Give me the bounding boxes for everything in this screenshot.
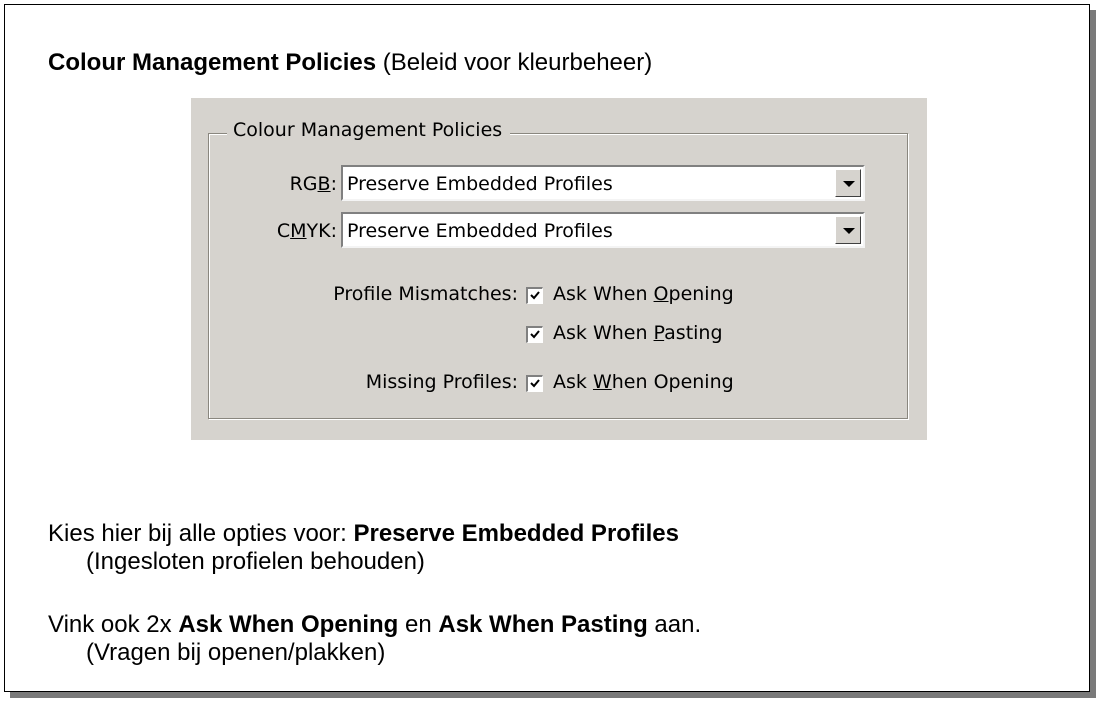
ask-when-pasting-label[interactable]: Ask When Pasting: [553, 322, 723, 344]
checkmark-icon: [530, 330, 540, 339]
ask-when-pasting-checkbox[interactable]: [526, 326, 543, 343]
title-translation: (Beleid voor kleurbeheer): [376, 49, 653, 76]
instruction-line-1: Kies hier bij alle opties voor: Preserve…: [48, 520, 679, 547]
title-bold: Colour Management Policies: [48, 49, 377, 76]
checkmark-icon: [530, 379, 540, 388]
group-title: Colour Management Policies: [227, 119, 511, 141]
cmyk-label: CMYK:: [276, 220, 337, 242]
missing-ask-when-opening-checkbox[interactable]: [526, 375, 543, 392]
cmyk-policy-select[interactable]: Preserve Embedded Profiles: [341, 212, 865, 248]
ask-when-opening-label[interactable]: Ask When Opening: [553, 283, 734, 305]
page-title: Colour Management Policies (Beleid voor …: [48, 49, 652, 77]
instruction-line-1-sub: (Ingesloten profielen behouden): [86, 548, 425, 575]
instruction-line-2-sub: (Vragen bij openen/plakken): [86, 639, 386, 666]
colour-management-panel: Colour Management Policies RGB: Preserve…: [191, 98, 927, 440]
checkmark-icon: [530, 291, 540, 300]
rgb-label: RGB:: [289, 173, 337, 195]
ask-when-opening-checkbox[interactable]: [526, 287, 543, 304]
rgb-policy-value: Preserve Embedded Profiles: [347, 173, 613, 195]
cmyk-dropdown-button[interactable]: [835, 216, 861, 244]
chevron-down-icon: [843, 181, 855, 187]
rgb-policy-select[interactable]: Preserve Embedded Profiles: [341, 165, 865, 201]
instruction-line-2: Vink ook 2x Ask When Opening en Ask When…: [48, 611, 702, 638]
rgb-dropdown-button[interactable]: [835, 169, 861, 197]
cmyk-policy-value: Preserve Embedded Profiles: [347, 220, 613, 242]
chevron-down-icon: [843, 228, 855, 234]
profile-mismatches-label: Profile Mismatches:: [333, 283, 518, 305]
missing-ask-when-opening-label[interactable]: Ask When Opening: [553, 371, 734, 393]
missing-profiles-label: Missing Profiles:: [365, 371, 518, 393]
